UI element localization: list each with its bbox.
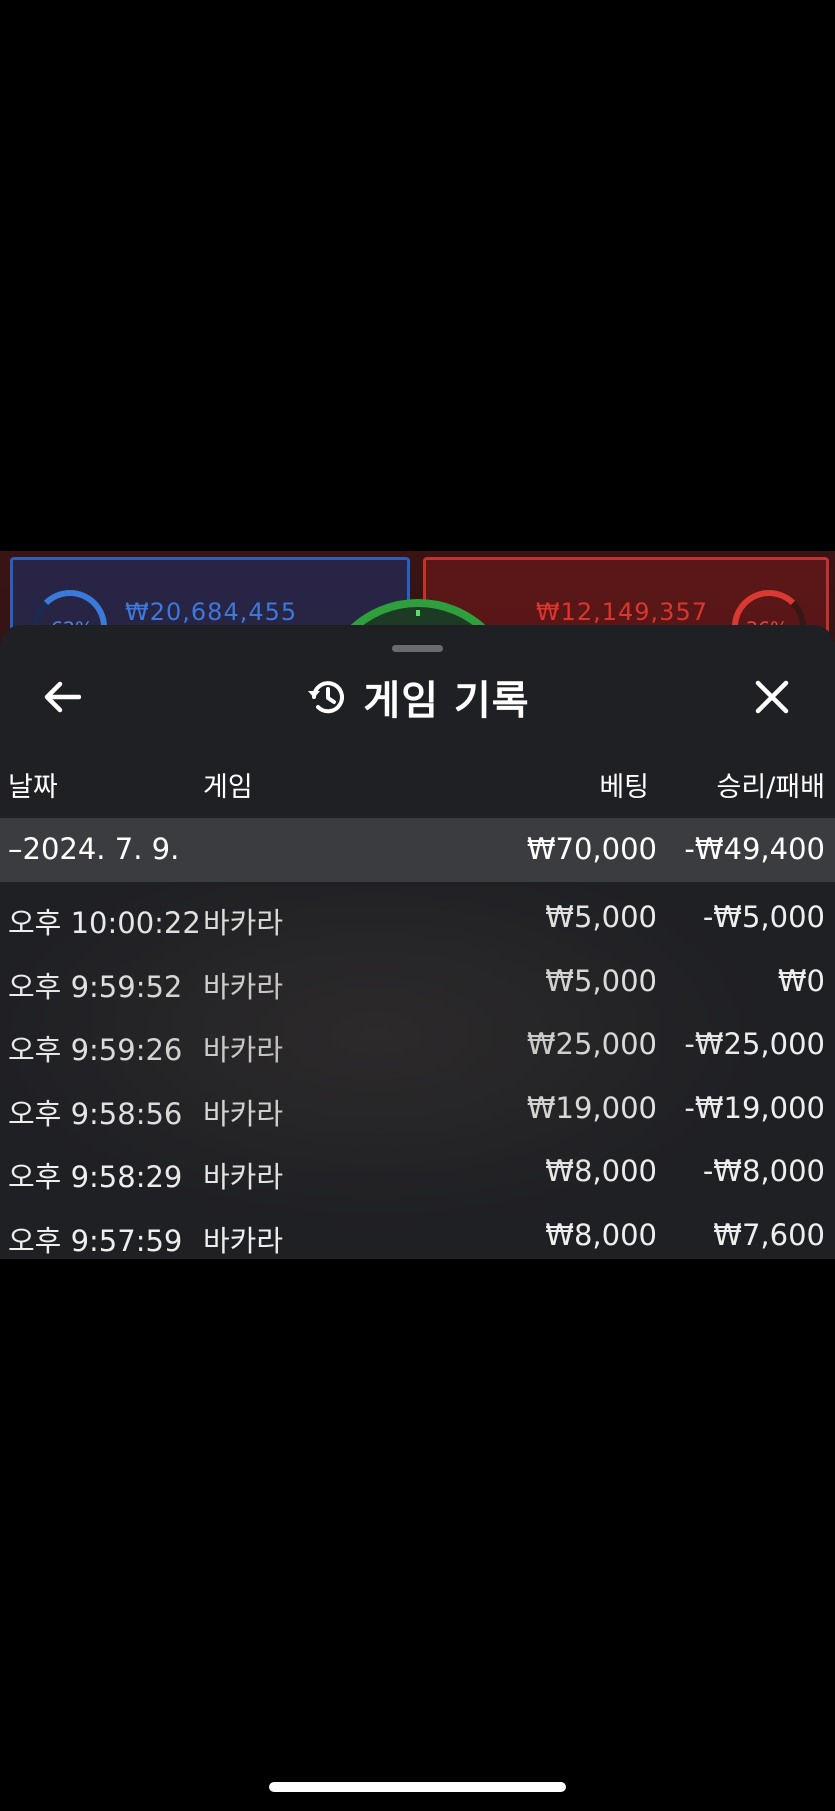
sheet-title: 게임 기록 [0, 671, 835, 724]
row-game: 바카라 [203, 1033, 284, 1067]
row-result: -₩25,000 [684, 1027, 825, 1061]
row-time: 오후 9:58:56 [8, 1097, 183, 1131]
date-group-bet-total: ₩70,000 [526, 832, 657, 866]
date-group-row[interactable]: –2024. 7. 9. ₩70,000 -₩49,400 [0, 818, 835, 882]
row-bet: ₩5,000 [545, 900, 657, 934]
sheet-drag-handle[interactable] [392, 645, 443, 652]
player-pool-amount: ₩20,684,455 [125, 598, 298, 626]
history-row[interactable]: 오후 9:58:29 바카라 ₩8,000 -₩8,000 [0, 1140, 835, 1204]
column-header-date: 날짜 [8, 772, 58, 803]
column-header-win-loss: 승리/패배 [716, 772, 825, 803]
screen: 62% ₩20,684,455 ● 212 36% ₩12,149,357 ● … [0, 0, 835, 1811]
banker-pool-amount: ₩12,149,357 [535, 598, 708, 626]
row-result: ₩0 [777, 964, 825, 998]
date-group-label: –2024. 7. 9. [8, 832, 180, 866]
row-time: 오후 9:57:59 [8, 1224, 183, 1258]
row-time: 오후 9:59:26 [8, 1033, 183, 1067]
history-row[interactable]: 오후 10:00:22 바카라 ₩5,000 -₩5,000 [0, 886, 835, 950]
row-time: 오후 10:00:22 [8, 906, 201, 940]
column-header-bet: 베팅 [599, 772, 649, 803]
row-result: -₩5,000 [702, 900, 825, 934]
history-row[interactable]: 오후 9:58:56 바카라 ₩19,000 -₩19,000 [0, 1077, 835, 1141]
row-game: 바카라 [203, 1224, 284, 1258]
column-header-game: 게임 [203, 772, 253, 803]
history-row[interactable]: 오후 9:59:26 바카라 ₩25,000 -₩25,000 [0, 1013, 835, 1077]
row-game: 바카라 [203, 1097, 284, 1131]
row-time: 오후 9:58:29 [8, 1160, 183, 1194]
row-bet: ₩19,000 [526, 1091, 657, 1125]
back-arrow-icon [44, 681, 81, 713]
close-button[interactable] [746, 671, 798, 723]
history-row[interactable]: 오후 9:57:59 바카라 ₩8,000 ₩7,600 [0, 1204, 835, 1259]
row-result: -₩8,000 [702, 1154, 825, 1188]
back-button[interactable] [36, 671, 88, 723]
home-indicator[interactable] [269, 1782, 566, 1792]
row-bet: ₩5,000 [545, 964, 657, 998]
row-time: 오후 9:59:52 [8, 970, 183, 1004]
row-bet: ₩8,000 [545, 1154, 657, 1188]
row-game: 바카라 [203, 1160, 284, 1194]
row-result: ₩7,600 [713, 1218, 825, 1252]
row-game: 바카라 [203, 906, 284, 940]
history-row[interactable]: 오후 9:59:52 바카라 ₩5,000 ₩0 [0, 950, 835, 1014]
row-result: -₩19,000 [684, 1091, 825, 1125]
game-history-sheet: 게임 기록 날짜 게임 베팅 승리/패배 –2024. 7. 9. ₩70,00… [0, 625, 835, 1259]
row-bet: ₩25,000 [526, 1027, 657, 1061]
row-bet: ₩8,000 [545, 1218, 657, 1252]
page-title: 게임 기록 [363, 678, 530, 724]
timer-marker [416, 610, 420, 616]
close-icon [755, 680, 789, 714]
history-icon [308, 681, 345, 714]
date-group-result-total: -₩49,400 [684, 832, 825, 866]
row-game: 바카라 [203, 970, 284, 1004]
